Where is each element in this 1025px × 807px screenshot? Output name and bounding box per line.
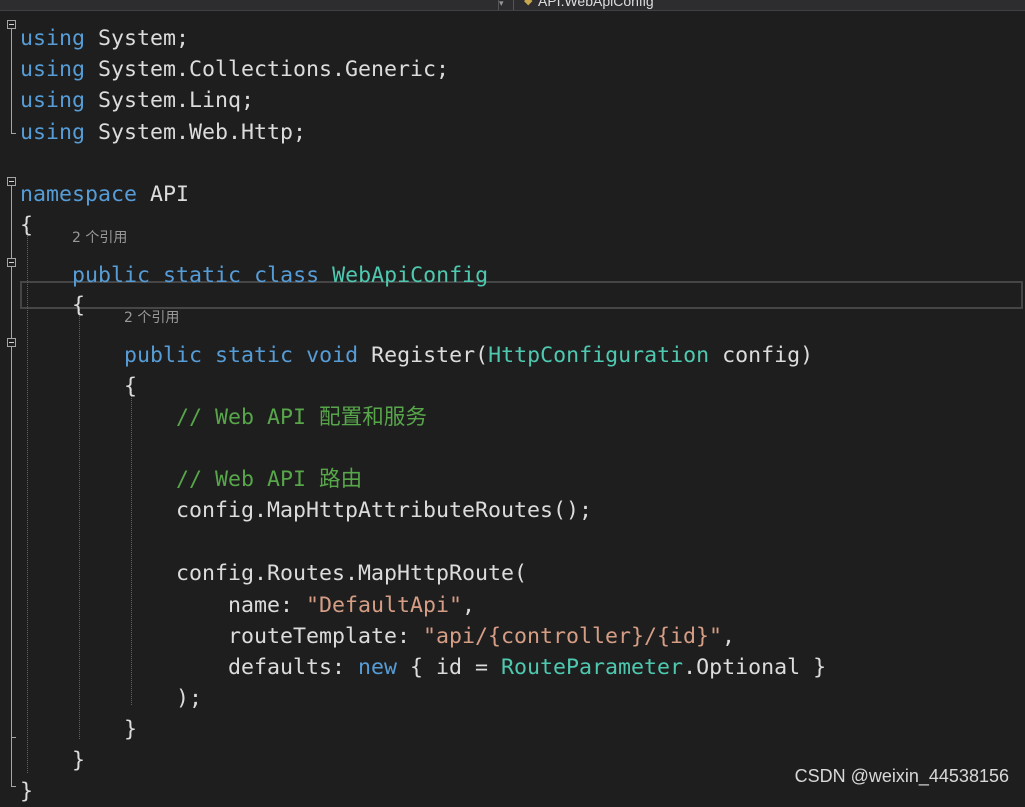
code-line[interactable]: namespace API: [20, 179, 189, 210]
member-dropdown[interactable]: ◆ API.WebApiConfig: [513, 0, 1025, 10]
code-line[interactable]: // Web API 配置和服务: [20, 402, 427, 433]
code-line[interactable]: using System.Web.Http;: [20, 117, 306, 148]
code-lens-references[interactable]: 2 个引用: [72, 229, 127, 247]
code-token: using: [20, 57, 86, 82]
code-line[interactable]: }: [20, 714, 137, 745]
code-token: config.MapHttpAttributeRoutes();: [20, 498, 593, 523]
usings-fold-line: [11, 29, 12, 133]
code-token: routeTemplate:: [20, 624, 424, 649]
code-token: { id =: [397, 655, 502, 680]
code-token: using: [20, 26, 86, 51]
code-line[interactable]: );: [20, 683, 202, 714]
code-token: }: [20, 748, 86, 773]
code-line[interactable]: using System.Collections.Generic;: [20, 54, 449, 85]
code-token: defaults:: [20, 655, 359, 680]
code-line[interactable]: {: [20, 290, 85, 321]
code-token: namespace: [20, 182, 138, 207]
code-token: class: [254, 263, 320, 288]
code-token: System.Web.Http;: [85, 120, 307, 145]
code-line[interactable]: }: [20, 745, 85, 776]
code-token: HttpConfiguration: [488, 343, 710, 368]
code-token: new: [358, 655, 398, 680]
code-token: {: [20, 213, 34, 238]
chevron-down-icon: ▾: [499, 0, 504, 8]
code-token: {: [20, 374, 138, 399]
code-token: API: [137, 182, 190, 207]
code-line[interactable]: config.Routes.MapHttpRoute(: [20, 558, 527, 589]
type-dropdown[interactable]: ▾: [498, 0, 509, 10]
collapse-method-toggle[interactable]: [7, 338, 16, 347]
code-token: }: [20, 717, 138, 742]
watermark: CSDN @weixin_44538156: [794, 766, 1009, 786]
code-line[interactable]: {: [20, 210, 33, 241]
code-token: .Optional }: [683, 655, 827, 680]
code-token: "DefaultApi": [306, 593, 463, 618]
code-line[interactable]: defaults: new { id = RouteParameter.Opti…: [20, 652, 826, 683]
code-token: "api/{controller}/{id}": [423, 624, 723, 649]
code-token: System;: [85, 26, 190, 51]
code-token: public: [72, 263, 151, 288]
code-token: RouteParameter: [501, 655, 684, 680]
code-line[interactable]: using System;: [20, 23, 189, 54]
code-line[interactable]: public static class WebApiConfig: [20, 260, 488, 291]
code-line[interactable]: // Web API 路由: [20, 464, 362, 495]
code-token: static: [215, 343, 294, 368]
code-token: public: [124, 343, 203, 368]
fold-end-tick: [11, 133, 16, 134]
code-token: Register(: [358, 343, 489, 368]
code-token: ,: [462, 593, 476, 618]
method-icon: ◆: [524, 0, 533, 7]
member-dropdown-label: API.WebApiConfig: [538, 0, 654, 9]
code-token: System.Linq;: [85, 88, 255, 113]
code-line[interactable]: {: [20, 371, 137, 402]
code-token: );: [20, 686, 203, 711]
code-editor[interactable]: using System; using System.Collections.Ge…: [20, 10, 1025, 804]
code-line[interactable]: public static void Register(HttpConfigur…: [20, 340, 813, 371]
code-line[interactable]: routeTemplate: "api/{controller}/{id}",: [20, 621, 735, 652]
code-token: WebApiConfig: [332, 263, 489, 288]
namespace-fold-line: [11, 186, 12, 786]
code-token: config.Routes.MapHttpRoute(: [20, 561, 528, 586]
code-token: }: [20, 779, 34, 804]
collapse-usings-toggle[interactable]: [7, 20, 16, 29]
code-line[interactable]: }: [20, 776, 33, 807]
code-token: using: [20, 120, 86, 145]
fold-end-tick: [11, 786, 16, 787]
code-token: name:: [20, 593, 307, 618]
code-token: void: [306, 343, 359, 368]
code-token: using: [20, 88, 86, 113]
code-token: static: [163, 263, 242, 288]
code-token: // Web API 配置和服务: [176, 405, 427, 430]
code-token: ,: [722, 624, 736, 649]
code-line[interactable]: name: "DefaultApi",: [20, 590, 475, 621]
collapse-class-toggle[interactable]: [7, 258, 16, 267]
collapse-namespace-toggle[interactable]: [7, 177, 16, 186]
code-token: System.Collections.Generic;: [85, 57, 450, 82]
code-lens-references[interactable]: 2 个引用: [124, 309, 179, 327]
fold-end-tick: [11, 737, 16, 738]
code-token: {: [20, 293, 86, 318]
code-line[interactable]: using System.Linq;: [20, 85, 254, 116]
code-line[interactable]: config.MapHttpAttributeRoutes();: [20, 495, 592, 526]
code-token: // Web API 路由: [176, 467, 363, 492]
code-token: config): [709, 343, 814, 368]
